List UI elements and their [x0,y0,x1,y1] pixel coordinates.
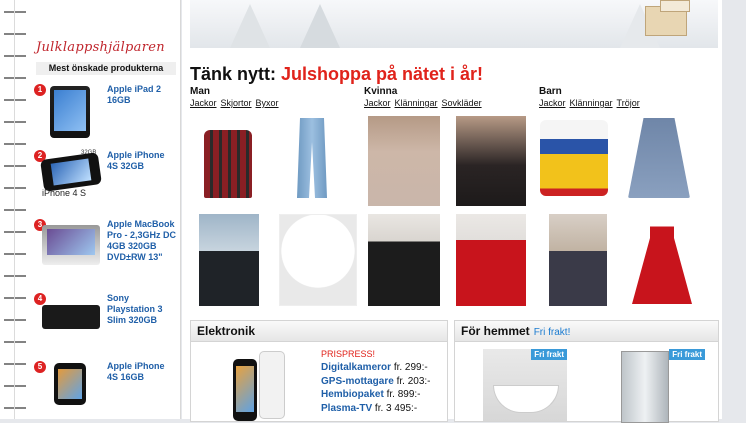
home-panel: För hemmet Fri frakt! Fri frakt Fri frakt [454,320,719,423]
heading-highlight: Julshoppa på nätet i år! [281,64,484,84]
offer-row: Plasma-TV fr. 3 495:- [321,402,430,416]
offer-price: fr. 203:- [396,375,431,387]
link-barn-jackor[interactable]: Jackor [539,98,566,108]
iphone-image[interactable] [54,363,86,405]
link-kvinna-klanningar[interactable]: Klänningar [395,98,438,108]
product-photo-denim-dress[interactable] [628,118,690,198]
top-product-5[interactable]: 5 Apple iPhone 4S 16GB [34,361,180,411]
link-barn-trojor[interactable]: Tröjor [617,98,640,108]
link-man-byxor[interactable]: Byxor [256,98,279,108]
main-content: Tänk nytt: Julshoppa på nätet i år! Man … [182,0,722,423]
playstation-image[interactable] [42,305,100,329]
product-link[interactable]: Sony Playstation 3 Slim 320GB [107,293,177,326]
product-photo-man-jacket[interactable] [199,214,259,306]
free-shipping-badge: Fri frakt [531,349,567,360]
winter-banner [190,0,718,48]
sidebar-title: Julklappshjälparen [36,40,165,55]
heading-prefix: Tänk nytt: [190,64,282,84]
rank-badge: 4 [34,293,46,305]
top-product-4[interactable]: 4 Sony Playstation 3 Slim 320GB [34,293,180,343]
tree-decoration [300,4,340,48]
home-title[interactable]: För hemmet [461,324,530,338]
top-product-1[interactable]: 1 Apple iPad 2 16GB [34,84,180,144]
product-photo-jeans[interactable] [297,118,327,198]
product-photo-folk-dress[interactable] [540,120,608,196]
category-title-kvinna: Kvinna [364,86,398,97]
offer-link[interactable]: Digitalkameror [321,362,391,373]
gift-image [660,0,690,12]
electronics-panel: Elektronik PRISPRESS! Digitalkameror fr.… [190,320,448,422]
category-title-man: Man [190,86,210,97]
product-photo-beige-dress[interactable] [368,116,440,206]
product-photo-flannel-shirt[interactable] [204,130,252,198]
fridge-image[interactable]: Fri frakt [615,349,705,423]
product-photo-red-coat[interactable] [456,214,526,306]
product-photo-black-coat[interactable] [368,214,440,306]
tree-decoration [230,4,270,48]
bathtub-image[interactable]: Fri frakt [483,349,567,421]
link-man-skjortor[interactable]: Skjortor [221,98,252,108]
top-product-2[interactable]: 2 32GB iPhone 4 S Apple iPhone 4S 32GB [34,150,180,210]
product-link[interactable]: Apple iPhone 4S 32GB [107,150,177,172]
product-photo-white-shirt[interactable] [279,214,357,306]
product-photo-black-dress[interactable] [456,116,526,206]
top-product-3[interactable]: 3 Apple MacBook Pro - 2,3GHz DC 4GB 320G… [34,219,180,285]
product-photo-kids[interactable] [549,214,607,306]
product-link[interactable]: Apple iPhone 4S 16GB [107,361,177,383]
offer-price: fr. 899:- [386,389,421,400]
offer-row: Hembiopaket fr. 899:- [321,388,430,402]
category-links-man: Jackor Skjortor Byxor [190,98,283,108]
offer-price: fr. 299:- [393,362,428,373]
offer-link[interactable]: GPS-mottagare [321,376,394,387]
rank-badge: 1 [34,84,46,96]
category-links-barn: Jackor Klänningar Tröjor [539,98,644,108]
home-header: För hemmet Fri frakt! [455,321,718,342]
offer-row: GPS-mottagare fr. 203:- [321,375,430,389]
product-link[interactable]: Apple MacBook Pro - 2,3GHz DC 4GB 320GB … [107,219,177,263]
offer-link[interactable]: Plasma-TV [321,403,372,414]
link-man-jackor[interactable]: Jackor [190,98,217,108]
spiral-binding [4,0,26,419]
sidebar-subtitle: Mest önskade produkterna [36,62,176,75]
link-barn-klanningar[interactable]: Klänningar [570,98,613,108]
free-shipping-label[interactable]: Fri frakt! [534,327,571,338]
page-background [723,0,746,419]
free-shipping-badge: Fri frakt [669,349,705,360]
macbook-image[interactable] [42,225,100,265]
link-kvinna-sovklader[interactable]: Sovkläder [442,98,482,108]
offer-price: fr. 3 495:- [374,402,418,414]
link-kvinna-jackor[interactable]: Jackor [364,98,391,108]
offer-row: Digitalkameror fr. 299:- [321,361,430,375]
electronics-offers: Digitalkameror fr. 299:- GPS-mottagare f… [321,361,430,415]
ipad-image[interactable] [50,86,90,138]
promo-label: PRISPRESS! [321,349,376,359]
offer-link[interactable]: Hembiopaket [321,389,384,400]
iphone-brand-logo: iPhone 4 S [42,188,87,198]
iphone-image[interactable] [40,152,102,192]
category-title-barn: Barn [539,86,562,97]
rank-badge: 5 [34,361,46,373]
electronics-title[interactable]: Elektronik [191,321,447,342]
product-link[interactable]: Apple iPad 2 16GB [107,84,177,106]
category-links-kvinna: Jackor Klänningar Sovkläder [364,98,486,108]
page-heading: Tänk nytt: Julshoppa på nätet i år! [190,64,483,85]
sidebar: Julklappshjälparen Mest önskade produkte… [0,0,181,419]
product-photo-santa-dress[interactable] [632,216,692,304]
iphone-promo-image[interactable] [233,351,285,421]
